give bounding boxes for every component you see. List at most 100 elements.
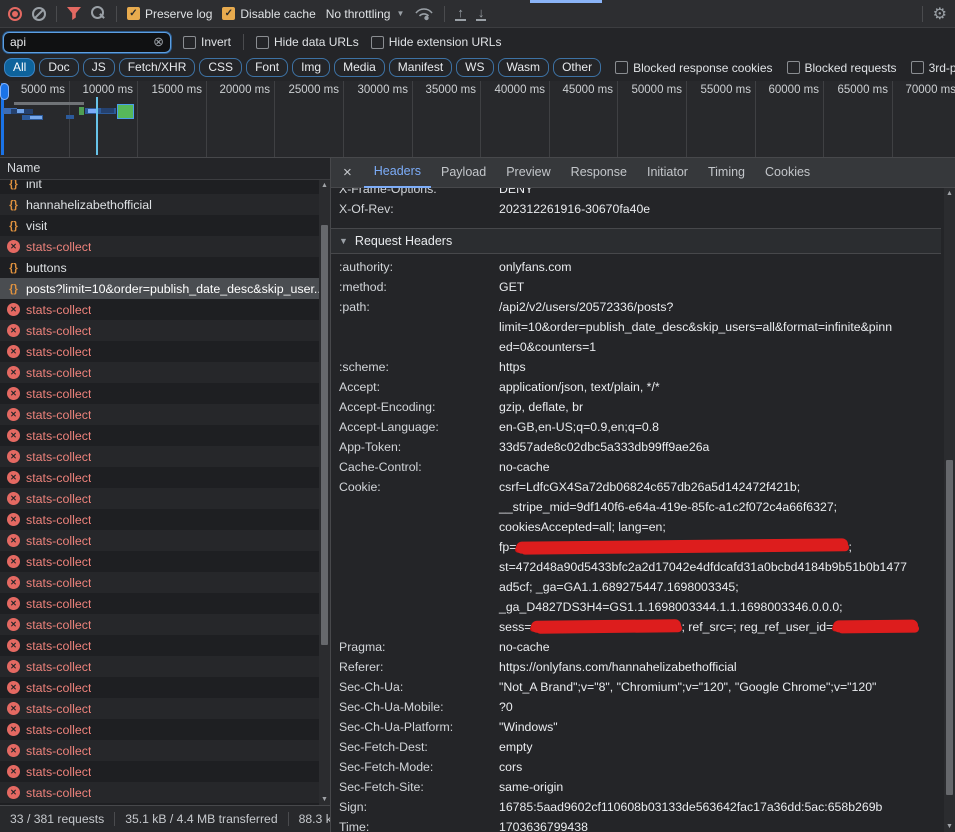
request-row[interactable]: ✕stats-collect — [0, 509, 319, 530]
details-scrollbar[interactable]: ▲ ▼ — [944, 188, 955, 832]
toolbar-separator — [444, 6, 445, 22]
request-row[interactable]: ✕stats-collect — [0, 782, 319, 803]
request-row[interactable]: ✕stats-collect — [0, 614, 319, 635]
request-row[interactable]: ✕stats-collect — [0, 467, 319, 488]
request-row[interactable]: {}buttons — [0, 257, 319, 278]
request-headers-section-header[interactable]: ▼ Request Headers — [331, 228, 941, 254]
request-row[interactable]: ✕stats-collect — [0, 677, 319, 698]
request-row[interactable]: ✕stats-collect — [0, 320, 319, 341]
request-row[interactable]: ✕stats-collect — [0, 656, 319, 677]
headers-viewport: X-Frame-Options: DENY X-Of-Rev: 20231226… — [331, 188, 955, 832]
network-conditions-icon[interactable] — [414, 6, 434, 21]
filter-pill-js[interactable]: JS — [83, 58, 115, 77]
settings-gear-icon[interactable]: ⚙ — [933, 4, 947, 24]
record-network-log-icon[interactable] — [8, 7, 22, 21]
header-value-line: /api2/v2/users/20572336/posts? — [499, 297, 892, 317]
disable-cache-checkbox[interactable]: ✓ Disable cache — [222, 7, 315, 21]
tab-preview[interactable]: Preview — [496, 158, 560, 188]
blocked-response-cookies-checkbox[interactable]: Blocked response cookies — [615, 61, 772, 75]
request-row[interactable]: ✕stats-collect — [0, 404, 319, 425]
tab-headers[interactable]: Headers — [364, 158, 431, 188]
waterfall-bar — [66, 115, 74, 119]
request-row[interactable]: ✕stats-collect — [0, 572, 319, 593]
scroll-up-icon[interactable]: ▲ — [944, 188, 955, 199]
request-row[interactable]: ✕stats-collect — [0, 761, 319, 782]
request-row[interactable]: ✕stats-collect — [0, 299, 319, 320]
search-icon[interactable] — [91, 6, 106, 21]
header-row: :authority:onlyfans.com — [331, 257, 941, 277]
request-row[interactable]: ✕stats-collect — [0, 635, 319, 656]
filter-pill-fetch-xhr[interactable]: Fetch/XHR — [119, 58, 196, 77]
header-name: :authority: — [339, 257, 499, 277]
tab-cookies[interactable]: Cookies — [755, 158, 820, 188]
filter-pill-font[interactable]: Font — [246, 58, 288, 77]
filter-pill-css[interactable]: CSS — [199, 58, 242, 77]
request-row[interactable]: ✕stats-collect — [0, 719, 319, 740]
filter-pill-manifest[interactable]: Manifest — [389, 58, 452, 77]
name-column-header[interactable]: Name — [0, 158, 330, 180]
tab-initiator[interactable]: Initiator — [637, 158, 698, 188]
request-row[interactable]: ✕stats-collect — [0, 425, 319, 446]
request-row[interactable]: {}visit — [0, 215, 319, 236]
right-scrollbar-thumb[interactable] — [946, 460, 953, 795]
filter-pill-media[interactable]: Media — [334, 58, 385, 77]
tab-response[interactable]: Response — [561, 158, 637, 188]
filter-pill-all[interactable]: All — [4, 58, 35, 77]
request-row[interactable]: ✕stats-collect — [0, 740, 319, 761]
invert-checkbox[interactable]: Invert — [183, 35, 231, 49]
scroll-down-icon[interactable]: ▼ — [944, 821, 955, 832]
request-row[interactable]: ✕stats-collect — [0, 488, 319, 509]
collapse-triangle-icon[interactable]: ▼ — [339, 236, 348, 246]
hide-extension-urls-checkbox[interactable]: Hide extension URLs — [371, 35, 502, 49]
request-row[interactable]: ✕stats-collect — [0, 341, 319, 362]
left-scrollbar-thumb[interactable] — [321, 225, 328, 645]
request-row[interactable]: ✕stats-collect — [0, 593, 319, 614]
filter-pill-img[interactable]: Img — [292, 58, 330, 77]
request-row[interactable]: ✕stats-collect — [0, 383, 319, 404]
request-row[interactable]: ✕stats-collect — [0, 362, 319, 383]
clear-filter-icon[interactable]: ⊗ — [153, 34, 164, 50]
filter-input-box[interactable]: ⊗ — [3, 32, 171, 53]
scroll-up-icon[interactable]: ▲ — [319, 180, 330, 191]
tab-payload[interactable]: Payload — [431, 158, 496, 188]
header-value-line: cookiesAccepted=all; lang=en; — [499, 517, 918, 537]
header-value: https — [499, 357, 526, 377]
filter-pill-doc[interactable]: Doc — [39, 58, 78, 77]
filter-pill-ws[interactable]: WS — [456, 58, 493, 77]
timeline-tick-label: 25000 ms — [271, 84, 339, 97]
request-list-scrollbar[interactable]: ▲ ▼ — [319, 180, 330, 805]
blocked-requests-label: Blocked requests — [805, 61, 897, 75]
toolbar-separator — [56, 6, 57, 22]
header-row: :path:/api2/v2/users/20572336/posts?limi… — [331, 297, 941, 357]
import-har-icon[interactable]: ↑ — [455, 7, 466, 21]
header-name: X-Of-Rev: — [339, 199, 499, 219]
blocked-requests-checkbox[interactable]: Blocked requests — [787, 61, 897, 75]
request-row[interactable]: {}hannahelizabethofficial — [0, 194, 319, 215]
header-value-line: ad5cf; _ga=GA1.1.689275447.1698003345; — [499, 577, 918, 597]
request-row[interactable]: ✕stats-collect — [0, 530, 319, 551]
request-row[interactable]: {}init — [0, 180, 319, 194]
throttling-value: No throttling — [326, 7, 391, 21]
request-row[interactable]: ✕stats-collect — [0, 551, 319, 572]
request-row-selected[interactable]: {}posts?limit=10&order=publish_date_desc… — [0, 278, 319, 299]
export-har-icon[interactable]: ↓ — [476, 7, 487, 21]
preserve-log-checkbox[interactable]: ✓ Preserve log — [127, 7, 212, 21]
headers-content: X-Frame-Options: DENY X-Of-Rev: 20231226… — [331, 188, 941, 832]
3rd-party-requests-checkbox[interactable]: 3rd-party requests — [911, 61, 955, 75]
header-value: en-GB,en-US;q=0.9,en;q=0.8 — [499, 417, 659, 437]
scroll-down-icon[interactable]: ▼ — [319, 794, 330, 805]
overview-timeline[interactable]: 5000 ms10000 ms15000 ms20000 ms25000 ms3… — [0, 81, 955, 158]
request-row[interactable]: ✕stats-collect — [0, 698, 319, 719]
throttling-dropdown[interactable]: No throttling ▼ — [326, 7, 405, 21]
filter-input[interactable] — [10, 35, 153, 49]
tab-timing[interactable]: Timing — [698, 158, 755, 188]
timeline-tick-label: 20000 ms — [202, 84, 270, 97]
request-row[interactable]: ✕stats-collect — [0, 446, 319, 467]
close-icon[interactable]: × — [339, 164, 364, 181]
clear-network-log-icon[interactable] — [32, 7, 46, 21]
filter-pill-wasm[interactable]: Wasm — [498, 58, 550, 77]
filter-pill-other[interactable]: Other — [553, 58, 601, 77]
filter-icon[interactable] — [67, 7, 81, 20]
hide-data-urls-checkbox[interactable]: Hide data URLs — [256, 35, 359, 49]
request-row[interactable]: ✕stats-collect — [0, 236, 319, 257]
